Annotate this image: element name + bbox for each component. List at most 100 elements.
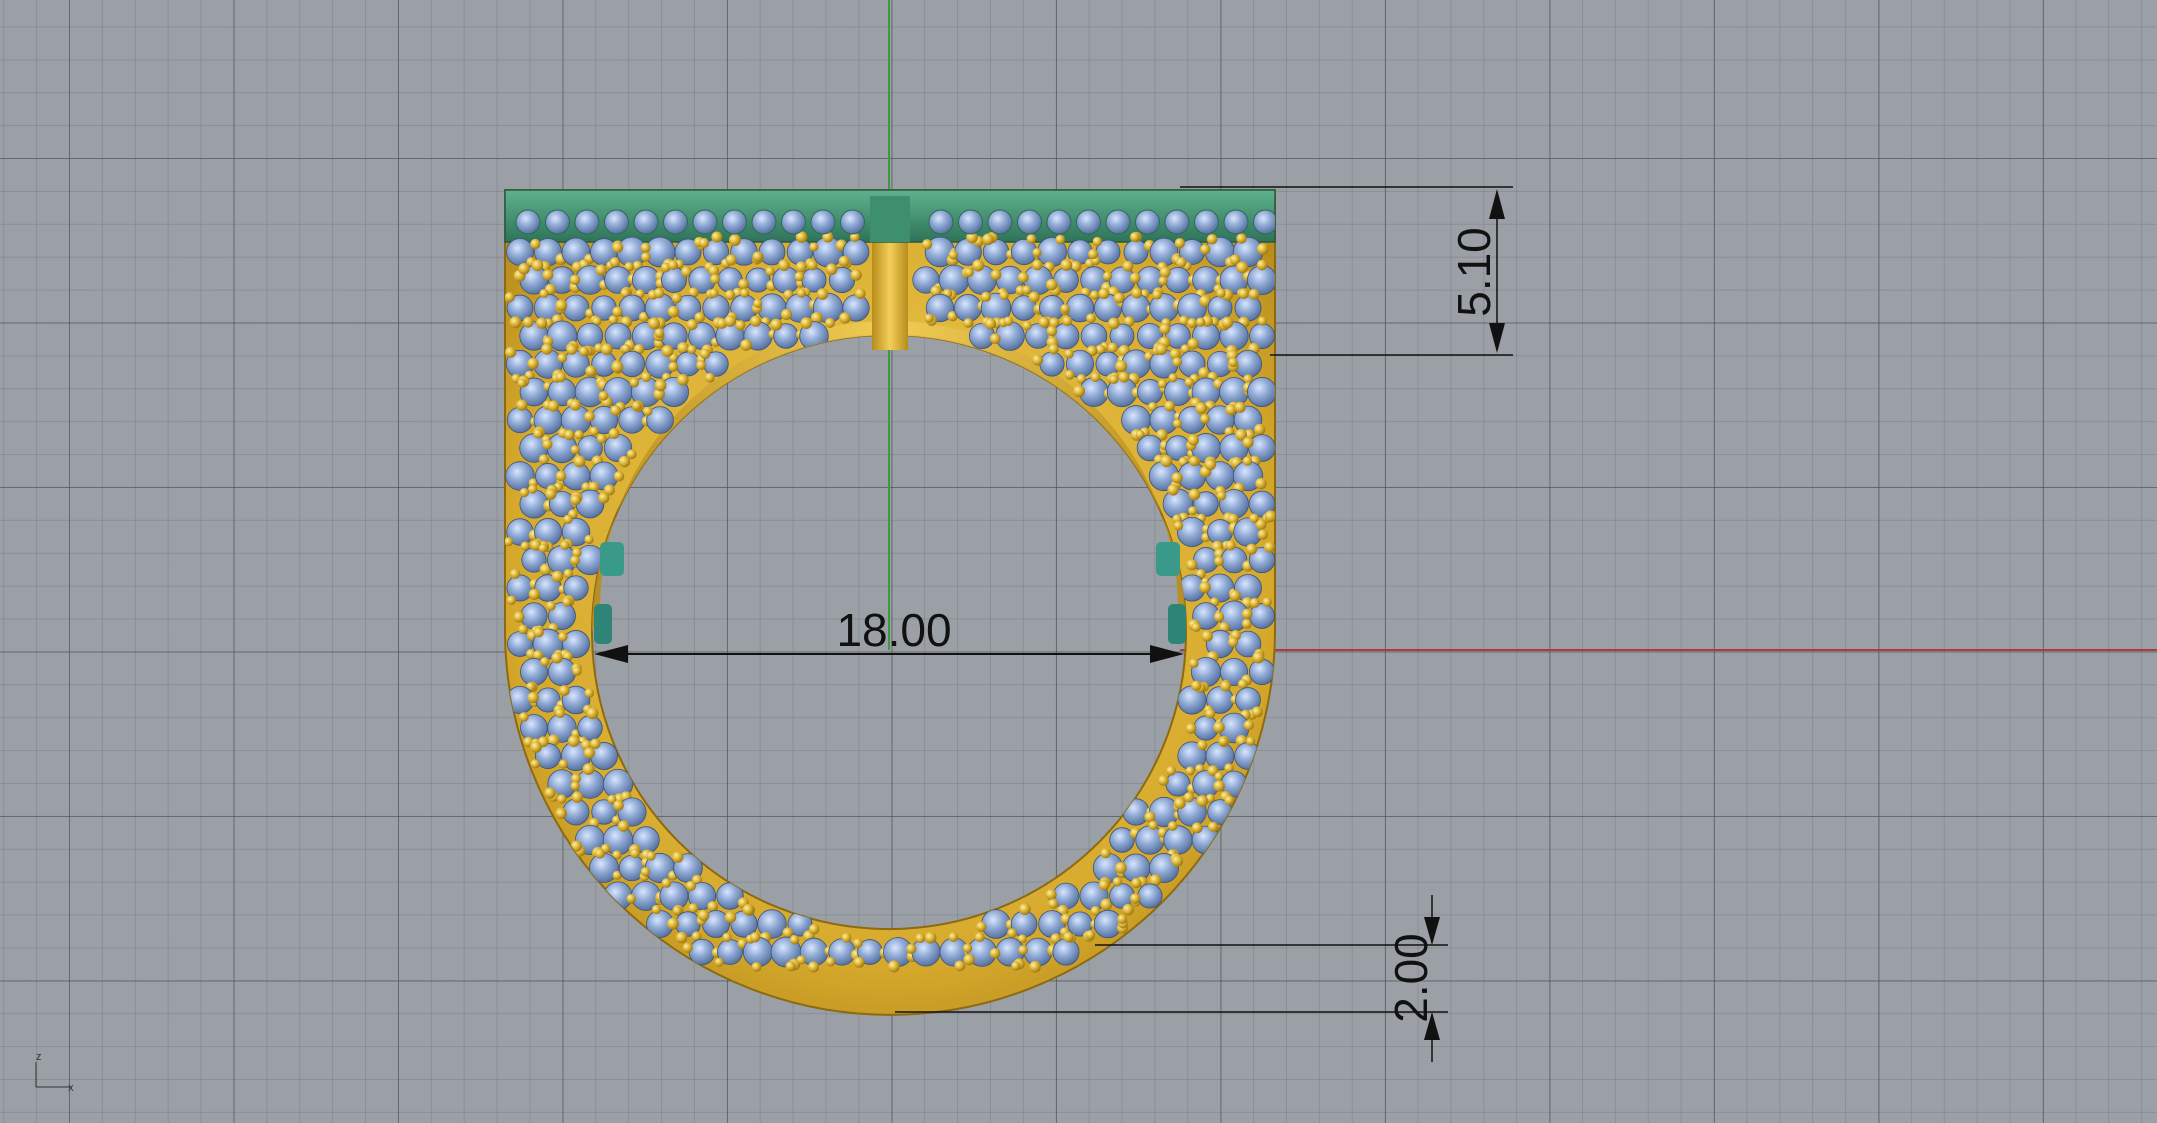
pave-bead xyxy=(527,357,539,370)
pave-bead xyxy=(697,909,710,922)
pave-bead xyxy=(584,411,595,422)
pave-bead xyxy=(1063,931,1074,943)
axis-gizmo-z-label: z xyxy=(36,1051,42,1063)
pave-bead xyxy=(989,947,1001,959)
pave-bead xyxy=(1174,237,1186,249)
pave-bead xyxy=(976,921,987,932)
pave-bead xyxy=(654,379,667,392)
pave-bead xyxy=(1206,233,1218,245)
pave-bead xyxy=(1200,244,1211,255)
pave-gem xyxy=(562,798,590,826)
pave-bead xyxy=(1115,360,1128,373)
pave-bead xyxy=(770,318,783,331)
pave-bead xyxy=(1173,797,1186,810)
pave-bead xyxy=(980,291,992,302)
pave-bead xyxy=(989,333,1001,344)
pave-bead xyxy=(560,540,570,550)
pave-bead xyxy=(1131,287,1143,299)
pave-bead xyxy=(1164,400,1175,412)
pave-bead xyxy=(572,666,582,676)
pave-bead xyxy=(1046,325,1058,337)
pave-bead xyxy=(1246,543,1258,555)
pave-bead xyxy=(1112,876,1123,887)
pave-bead xyxy=(530,238,541,250)
pave-bead xyxy=(563,429,575,441)
pave-bead xyxy=(1166,765,1176,776)
pave-bead xyxy=(1117,914,1128,924)
pave-bead xyxy=(509,316,522,329)
pave-bead xyxy=(990,269,1002,281)
pave-bead xyxy=(536,317,548,329)
pave-bead xyxy=(1234,401,1246,413)
pave-bead xyxy=(1098,879,1110,891)
pave-bead xyxy=(530,759,540,769)
pave-bead xyxy=(696,360,706,371)
pave-bead xyxy=(1186,559,1198,571)
pave-bead xyxy=(570,445,580,455)
ring-model[interactable] xyxy=(504,189,1277,1016)
pave-bead xyxy=(567,735,580,748)
pave-bead xyxy=(519,487,530,498)
pave-bead xyxy=(551,570,564,583)
pave-bead xyxy=(1188,488,1201,501)
pave-gem-top xyxy=(958,209,983,235)
dimension-inner-diameter[interactable]: 18.00 xyxy=(594,604,1184,663)
pave-bead xyxy=(1122,903,1134,916)
pave-bead xyxy=(711,231,723,243)
pave-bead xyxy=(533,428,544,439)
pave-bead xyxy=(1028,291,1040,303)
pave-bead xyxy=(850,269,862,281)
pave-bead xyxy=(1241,608,1253,620)
pave-bead xyxy=(789,934,800,945)
pave-bead xyxy=(1158,775,1169,786)
pave-gem xyxy=(772,266,800,294)
pave-bead xyxy=(570,494,581,506)
pave-bead xyxy=(1228,357,1238,368)
pave-bead xyxy=(1187,338,1199,350)
pave-bead xyxy=(540,656,550,667)
rhino-viewport[interactable]: 5.10 18.00 2.00 x z xyxy=(0,0,2157,1123)
pave-bead xyxy=(687,344,697,355)
pave-bead xyxy=(562,597,572,607)
pave-bead xyxy=(519,712,529,722)
pave-bead xyxy=(724,315,737,327)
pave-bead xyxy=(714,957,724,967)
pave-bead xyxy=(921,239,933,250)
axis-gizmo: x z xyxy=(35,1051,74,1094)
pave-bead xyxy=(1155,343,1168,356)
pave-bead xyxy=(547,400,560,412)
pave-bead xyxy=(984,317,997,330)
pave-bead xyxy=(1026,234,1037,244)
pave-bead xyxy=(1011,961,1021,971)
pave-gem-top xyxy=(751,209,777,235)
viewport-scene[interactable]: 5.10 18.00 2.00 x z xyxy=(0,0,2157,1123)
pave-bead xyxy=(671,292,682,304)
side-setting-right-upper xyxy=(1156,542,1180,576)
pave-bead xyxy=(1167,821,1178,831)
pave-bead xyxy=(590,738,601,750)
pave-gem-top xyxy=(1105,209,1131,235)
pave-bead xyxy=(1022,285,1032,295)
pave-bead xyxy=(699,348,711,360)
pave-bead xyxy=(1017,272,1029,283)
pave-bead xyxy=(1129,232,1140,243)
pave-bead xyxy=(1191,680,1202,691)
pave-gem-top xyxy=(692,209,718,235)
pave-bead xyxy=(1188,456,1200,467)
pave-bead xyxy=(608,428,620,439)
pave-bead xyxy=(839,312,851,324)
pave-bead xyxy=(1173,520,1184,531)
pave-bead xyxy=(710,274,721,285)
pave-bead xyxy=(668,260,679,270)
pave-bead xyxy=(800,317,813,330)
pave-bead xyxy=(808,923,820,935)
pave-bead xyxy=(948,250,958,260)
pave-bead xyxy=(589,426,599,436)
pave-bead xyxy=(1236,233,1247,244)
pave-bead xyxy=(558,759,569,769)
pave-bead xyxy=(522,316,534,328)
pave-bead xyxy=(675,931,688,944)
pave-bead xyxy=(672,851,684,863)
pave-bead xyxy=(750,932,761,943)
pave-gem xyxy=(1052,938,1080,966)
